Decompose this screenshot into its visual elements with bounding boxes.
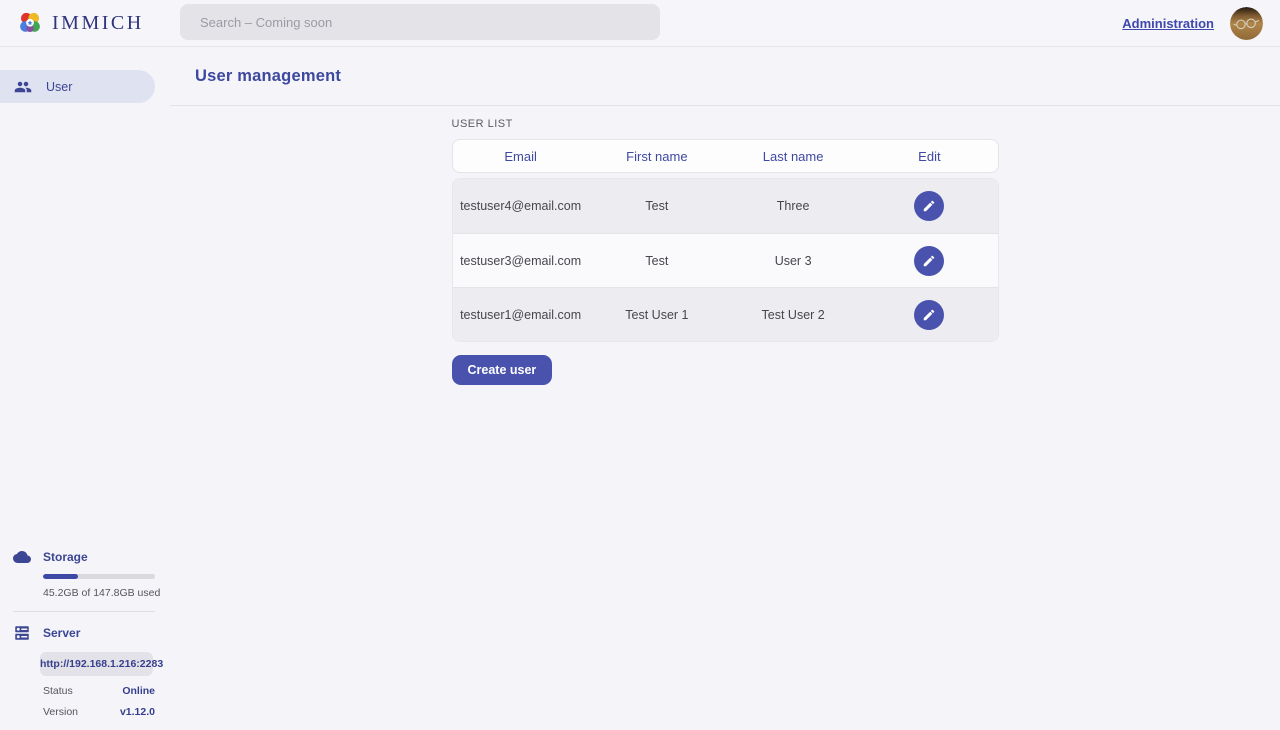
- status-label: Status: [43, 685, 73, 697]
- sidebar-item-user[interactable]: User: [0, 70, 155, 103]
- cell-email: testuser3@email.com: [453, 254, 589, 268]
- administration-link[interactable]: Administration: [1122, 16, 1214, 31]
- table-header-row: Email First name Last name Edit: [452, 139, 999, 173]
- edit-user-button[interactable]: [914, 191, 944, 221]
- cell-first-name: Test: [589, 199, 725, 213]
- table-row: testuser3@email.comTestUser 3: [453, 233, 998, 287]
- column-header-first-name: First name: [589, 149, 725, 164]
- column-header-email: Email: [453, 149, 589, 164]
- top-navigation-bar: IMMICH Administration: [0, 0, 1280, 47]
- sidebar-footer: Storage 45.2GB of 147.8GB used Server ht…: [0, 548, 170, 718]
- user-table-body: testuser4@email.comTestThreetestuser3@em…: [452, 178, 999, 342]
- storage-title: Storage: [43, 550, 88, 564]
- cloud-icon: [13, 548, 31, 566]
- storage-usage-text: 45.2GB of 147.8GB used: [43, 587, 170, 599]
- sidebar: User Storage 45.2GB of 147.8GB used Serv…: [0, 47, 170, 730]
- cell-email: testuser1@email.com: [453, 308, 589, 322]
- column-header-last-name: Last name: [725, 149, 861, 164]
- immich-flower-icon: [17, 10, 43, 36]
- pencil-icon: [922, 199, 936, 213]
- pencil-icon: [922, 254, 936, 268]
- cell-first-name: Test: [589, 254, 725, 268]
- pencil-icon: [922, 308, 936, 322]
- main-content: User management USER LIST Email First na…: [170, 47, 1280, 730]
- server-icon: [13, 624, 31, 642]
- server-version-row: Version v1.12.0: [43, 706, 155, 718]
- user-list-section: USER LIST Email First name Last name Edi…: [452, 118, 999, 385]
- footer-divider: [13, 611, 155, 612]
- cell-last-name: Three: [725, 199, 861, 213]
- cell-edit: [861, 300, 997, 330]
- server-title: Server: [43, 626, 80, 640]
- version-label: Version: [43, 706, 78, 718]
- cell-edit: [861, 246, 997, 276]
- table-row: testuser4@email.comTestThree: [453, 179, 998, 233]
- cell-last-name: Test User 2: [725, 308, 861, 322]
- search-input[interactable]: [180, 4, 660, 40]
- storage-section-header: Storage: [0, 548, 170, 566]
- create-user-button[interactable]: Create user: [452, 355, 553, 385]
- server-section-header: Server: [0, 624, 170, 642]
- storage-progress-bar: [43, 574, 155, 579]
- sidebar-item-user-label: User: [46, 80, 72, 94]
- user-list-label: USER LIST: [452, 118, 999, 130]
- server-url-badge: http://192.168.1.216:2283: [40, 652, 153, 676]
- cell-last-name: User 3: [725, 254, 861, 268]
- server-status-row: Status Online: [43, 685, 155, 697]
- table-row: testuser1@email.comTest User 1Test User …: [453, 287, 998, 341]
- edit-user-button[interactable]: [914, 300, 944, 330]
- title-bar: User management: [170, 47, 1280, 106]
- cell-email: testuser4@email.com: [453, 199, 589, 213]
- logo-wordmark: IMMICH: [52, 12, 144, 35]
- version-value: v1.12.0: [120, 706, 155, 718]
- storage-progress-fill: [43, 574, 78, 579]
- cell-edit: [861, 191, 997, 221]
- cell-first-name: Test User 1: [589, 308, 725, 322]
- topbar-right: Administration: [1122, 7, 1280, 40]
- page-title: User management: [195, 67, 341, 86]
- status-value: Online: [122, 685, 155, 697]
- edit-user-button[interactable]: [914, 246, 944, 276]
- column-header-edit: Edit: [861, 149, 997, 164]
- users-icon: [14, 78, 32, 96]
- user-avatar[interactable]: [1230, 7, 1263, 40]
- immich-logo[interactable]: IMMICH: [0, 10, 170, 36]
